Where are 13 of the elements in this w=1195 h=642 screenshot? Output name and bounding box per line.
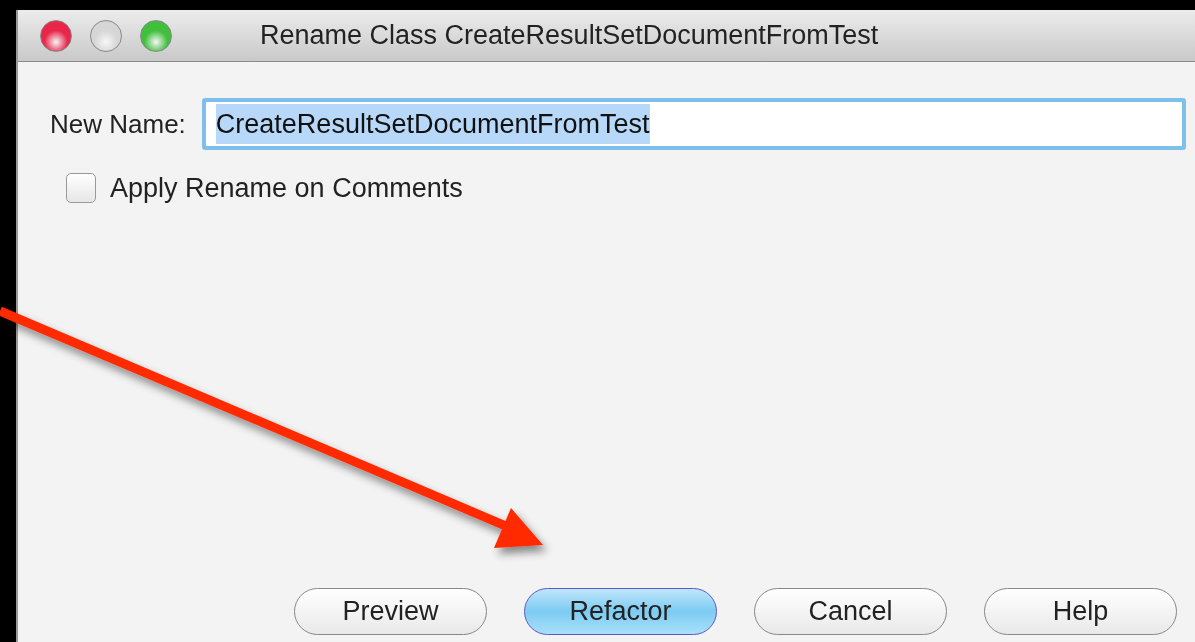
zoom-button[interactable] bbox=[140, 19, 172, 52]
field-label: New Name: bbox=[50, 107, 186, 141]
dialog-button[interactable]: Help bbox=[984, 588, 1177, 635]
window-title: Rename Class CreateResultSetDocumentFromTest bbox=[260, 19, 879, 53]
dialog-button[interactable]: Cancel bbox=[754, 588, 947, 635]
minimize-button[interactable] bbox=[90, 19, 122, 52]
checkbox[interactable] bbox=[66, 173, 96, 204]
name-value: CreateResultSetDocumentFromTest bbox=[215, 103, 650, 145]
name-field[interactable]: CreateResultSetDocumentFromTest bbox=[201, 98, 1186, 150]
dialog-button[interactable]: Preview bbox=[294, 588, 487, 635]
checkbox-label: Apply Rename on Comments bbox=[110, 172, 463, 205]
close-button[interactable] bbox=[40, 19, 72, 52]
dialog-button[interactable]: Refactor bbox=[524, 588, 717, 635]
